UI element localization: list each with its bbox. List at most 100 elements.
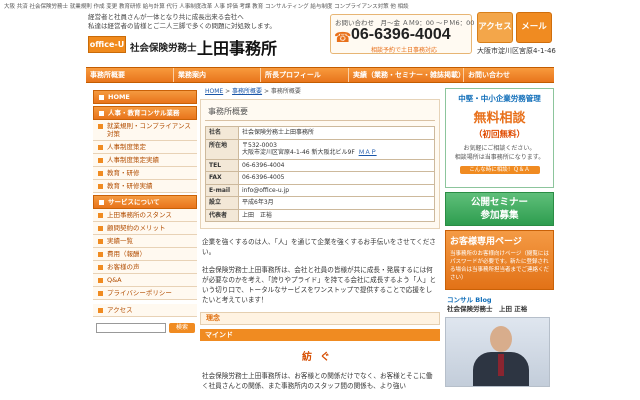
nav-achievements[interactable]: 実績（業務・セミナー・雑誌掲載） — [349, 68, 464, 82]
seo-topline: 大阪 共済 社会保険労務士 就業規則 作成 変更 教育研修 給与計算 代行 人事… — [4, 4, 409, 10]
profile-panel: 事務所概要 社名 社会保険労務士上田事務所 所在地 〒532-0003 大阪市淀川区宮… — [200, 99, 440, 229]
table-row: 社名 社会保険労務士上田事務所 — [205, 126, 435, 140]
profile-value[interactable]: info@office-u.jp — [238, 183, 435, 197]
sidebar-item-hr-results[interactable]: 人事制度策定実績 — [93, 154, 197, 167]
consultant-photo[interactable] — [445, 317, 550, 387]
sidebar-item-qa[interactable]: Q&A — [93, 274, 197, 287]
search-button[interactable]: 検索 — [169, 323, 195, 333]
intro-paragraph-2: 社会保険労務士上田事務所は、会社と社員の皆様が共に成長・発展するには何が必要なの… — [202, 266, 437, 304]
mind-heading: マインド — [200, 329, 440, 341]
contact-box: お問い合わせ 月〜金 ＡＭ9：00 〜ＰＭ6：00 ☎ 06-6396-4004… — [330, 14, 474, 54]
table-row: E-mail info@office-u.jp — [205, 183, 435, 197]
brand-subtitle: 社会保険労務士 — [130, 43, 197, 54]
phone-number[interactable]: 06-6396-4004 — [351, 26, 451, 44]
phone-icon: ☎ — [334, 30, 352, 46]
postal-code: 〒532-0003 — [242, 141, 277, 149]
profile-key: 所在地 — [205, 138, 239, 160]
blog-banner[interactable]: コンサル Blog 社会保険労務士 上田 正裕 — [445, 296, 554, 314]
table-row: 所在地 〒532-0003 大阪市淀川区宮原4-1-46 新大阪北ビル9F ＭＡＰ — [205, 138, 435, 160]
nav-contact[interactable]: お問い合わせ — [464, 68, 554, 82]
page-title: 事務所概要 — [205, 104, 435, 121]
philosophy-heading: 理念 — [200, 312, 440, 325]
sidebar-item-training-results[interactable]: 教育・研修実績 — [93, 180, 197, 193]
sidebar-item-consulting[interactable]: 人事・教育コンサル業務 — [93, 106, 197, 120]
sidebar-item-training[interactable]: 教育・研修 — [93, 167, 197, 180]
customer-page-title: お客様専用ページ — [450, 237, 522, 247]
blog-author: 社会保険労務士 上田 正裕 — [447, 305, 528, 313]
right-column: 中堅・中小企業労務管理 無料相談 （初回無料） お気軽にご相談ください。 相談場… — [445, 88, 554, 387]
site-tagline: 経営者と社員さんが一体となり共に成長出来る会社へ 私達は経営者の皆様とご二人三脚… — [88, 13, 276, 31]
profile-key: 社名 — [205, 126, 239, 140]
tagline-line-2: 私達は経営者の皆様とご二人三脚で多くの問題に対処致します。 — [88, 22, 276, 30]
sidebar-item-voices[interactable]: お客様の声 — [93, 261, 197, 274]
sidebar-item-results-list[interactable]: 実績一覧 — [93, 235, 197, 248]
sidebar-item-access[interactable]: アクセス — [93, 304, 197, 317]
sidebar-item-home[interactable]: HOME — [93, 90, 197, 104]
sidebar-item-service[interactable]: サービスについて — [93, 195, 197, 209]
seminar-title: 公開セミナー — [470, 197, 528, 208]
global-nav: 事務所概要 業務案内 所長プロフィール 実績（業務・セミナー・雑誌掲載） お問い… — [86, 67, 554, 83]
blog-label: コンサル Blog — [447, 296, 492, 304]
customer-page-note: 当事務所のお客様向けページ（閲覧にはパスワードが必要です。新たに登録される場合は… — [450, 251, 550, 281]
contact-note: 相談予約で土日事務対応 — [371, 47, 438, 54]
banner-title: 無料相談 — [473, 111, 526, 126]
main-content: HOME > 事務所概要 > 事務所概要 事務所概要 社名 社会保険労務士上田事務… — [200, 86, 440, 391]
office-address: 大阪市淀川区宮原4-1-46 — [477, 47, 556, 55]
street-address: 大阪市淀川区宮原4-1-46 新大阪北ビル9F — [242, 149, 355, 156]
seminar-subtitle: 参加募集 — [480, 210, 519, 221]
office-u-logo[interactable]: office-U — [88, 36, 126, 53]
search-input[interactable] — [96, 323, 166, 333]
sidebar-item-fees[interactable]: 費用（報酬） — [93, 248, 197, 261]
banner-body-line-2: 相談場所は当事務所になります。 — [454, 154, 545, 161]
profile-key: E-mail — [205, 183, 239, 197]
faq-link-button[interactable]: こんな時に相談！Ｑ＆Ａ — [459, 166, 540, 174]
office-profile-table: 社名 社会保険労務士上田事務所 所在地 〒532-0003 大阪市淀川区宮原4-1-4… — [205, 126, 435, 222]
profile-value: 〒532-0003 大阪市淀川区宮原4-1-46 新大阪北ビル9F ＭＡＰ — [238, 138, 435, 160]
profile-value: 平成6年3月 — [238, 196, 435, 210]
sidebar-item-work-rules[interactable]: 就業規則・コンプライアンス対策 — [93, 120, 197, 141]
profile-key: FAX — [205, 171, 239, 185]
sidebar-item-merit[interactable]: 顧問契約のメリット — [93, 222, 197, 235]
nav-services[interactable]: 業務案内 — [174, 68, 261, 82]
intro-paragraph-1: 企業を強くするのは人、「人」を通じて企業を強くするお手伝いをさせてください。 — [202, 238, 436, 256]
breadcrumb-home[interactable]: HOME — [205, 88, 223, 95]
sidebar-item-hr-system[interactable]: 人事制度策定 — [93, 141, 197, 154]
profile-value: 06-6396-4004 — [238, 158, 435, 172]
seminar-banner[interactable]: 公開セミナー 参加募集 — [445, 192, 554, 226]
breadcrumb-office[interactable]: 事務所概要 — [232, 88, 262, 95]
profile-value: 06-6396-4005 — [238, 171, 435, 185]
customer-page-banner[interactable]: お客様専用ページ 当事務所のお客様向けページ（閲覧にはパスワードが必要です。新た… — [445, 230, 554, 290]
breadcrumb: HOME > 事務所概要 > 事務所概要 — [200, 86, 440, 95]
nav-office-overview[interactable]: 事務所概要 — [86, 68, 174, 82]
profile-key: 設立 — [205, 196, 239, 210]
sidebar: HOME 人事・教育コンサル業務 就業規則・コンプライアンス対策 人事制度策定 … — [93, 88, 197, 333]
profile-key: TEL — [205, 158, 239, 172]
banner-body: お気軽にご相談ください。 相談場所は当事務所になります。 — [446, 144, 553, 162]
profile-value: 社会保険労務士上田事務所 — [238, 126, 435, 140]
banner-free-note: （初回無料） — [473, 130, 525, 140]
tagline-line-1: 経営者と社員さんが一体となり共に成長出来る会社へ — [88, 13, 244, 21]
table-row: 代表者 上田 正裕 — [205, 208, 435, 222]
profile-value: 上田 正裕 — [238, 208, 435, 222]
mail-button[interactable]: メール — [516, 12, 552, 43]
map-link[interactable]: ＭＡＰ — [359, 149, 377, 156]
sidebar-item-privacy[interactable]: プライバシーポリシー — [93, 287, 197, 300]
free-consult-banner[interactable]: 中堅・中小企業労務管理 無料相談 （初回無料） お気軽にご相談ください。 相談場… — [445, 88, 554, 188]
site-search: 検索 — [93, 323, 197, 333]
breadcrumb-separator-2: > — [262, 88, 271, 95]
photo-head — [490, 326, 512, 352]
access-button[interactable]: アクセス — [477, 12, 513, 43]
profile-key: 代表者 — [205, 208, 239, 222]
banner-body-line-1: お気軽にご相談ください。 — [463, 145, 536, 152]
nav-profile[interactable]: 所長プロフィール — [261, 68, 349, 82]
table-row: TEL 06-6396-4004 — [205, 158, 435, 172]
table-row: 設立 平成6年3月 — [205, 196, 435, 210]
photo-tie — [498, 354, 504, 376]
brand-title[interactable]: 上田事務所 — [197, 35, 277, 59]
kizuna-title: 紡ぐ — [302, 352, 338, 363]
table-row: FAX 06-6396-4005 — [205, 171, 435, 185]
sidebar-item-stance[interactable]: 上田事務所のスタンス — [93, 209, 197, 222]
mind-paragraph: 社会保険労務士上田事務所は、お客様との関係だけでなく、お客様とそこに働く社員さん… — [202, 372, 433, 390]
banner-subtitle: 中堅・中小企業労務管理 — [458, 94, 541, 103]
breadcrumb-current: 事務所概要 — [270, 88, 301, 95]
